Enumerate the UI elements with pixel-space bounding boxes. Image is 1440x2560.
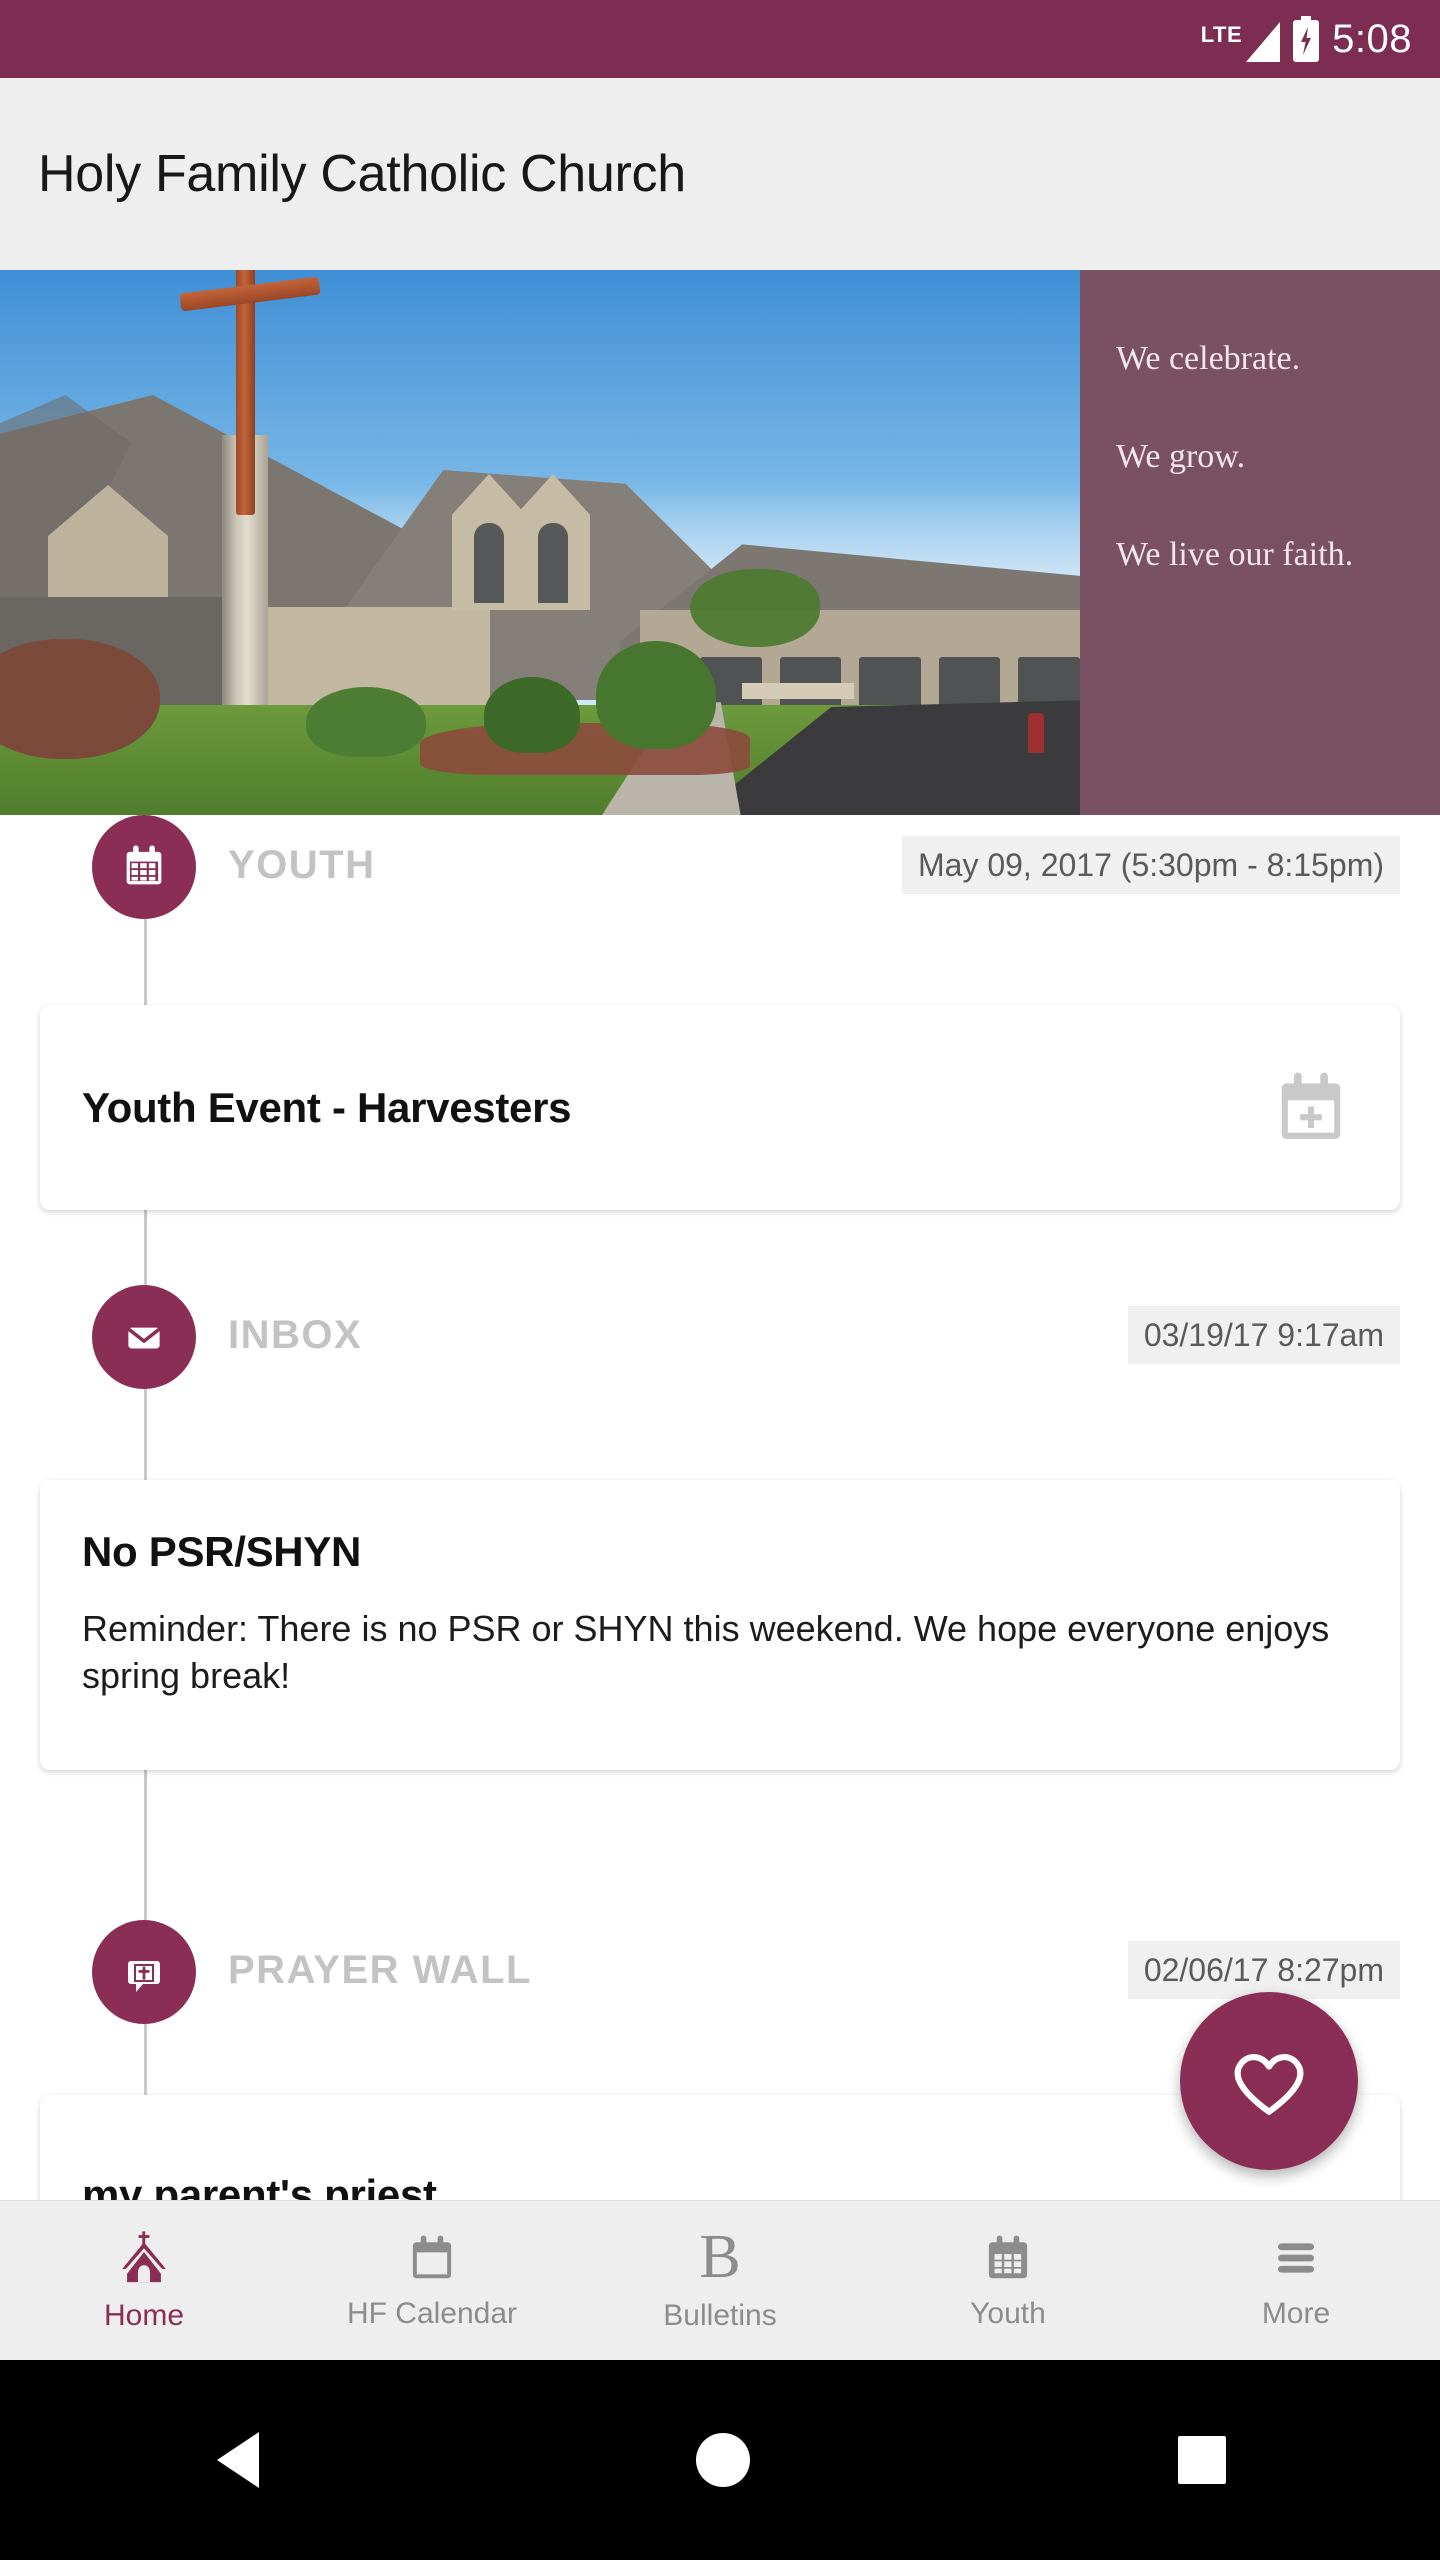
signal-group: LTE	[1200, 16, 1281, 62]
signal-icon	[1246, 22, 1281, 62]
feed-timestamp-youth: May 09, 2017 (5:30pm - 8:15pm)	[901, 836, 1400, 894]
prayer-fab-button[interactable]	[1180, 1992, 1358, 2170]
feed-category-youth: YOUTH	[228, 842, 376, 887]
square-recents-icon[interactable]	[1177, 2435, 1227, 2485]
status-bar: LTE 5:08	[0, 0, 1440, 78]
bottom-navigation: Home HF Calendar B Bulletins Youth More	[0, 2200, 1440, 2360]
app-screen: LTE 5:08 Holy Family Catholic Church We …	[0, 0, 1440, 2560]
feed-category-inbox: INBOX	[228, 1312, 363, 1357]
church-icon	[122, 2230, 166, 2282]
feed-card-body: Reminder: There is no PSR or SHYN this w…	[82, 1608, 1330, 1696]
add-to-calendar-icon[interactable]	[1274, 1069, 1348, 1147]
nav-item-bulletins[interactable]: B Bulletins	[576, 2201, 864, 2360]
nav-label-hf-calendar: HF Calendar	[346, 2296, 518, 2330]
nav-label-bulletins: Bulletins	[663, 2298, 777, 2332]
feed-card-inbox-message[interactable]: No PSR/SHYN Reminder: There is no PSR or…	[40, 1480, 1400, 1770]
app-bar: Holy Family Catholic Church	[0, 78, 1440, 270]
hero-banner[interactable]: We celebrate. We grow. We live our faith…	[0, 270, 1440, 815]
feed-timestamp-inbox: 03/19/17 9:17am	[1127, 1306, 1400, 1364]
feed-timestamp-prayer-wall: 02/06/17 8:27pm	[1127, 1941, 1400, 1999]
lte-label: LTE	[1200, 22, 1243, 47]
feed-card-title: my parent's priest	[82, 2171, 437, 2200]
tagline-2: We grow.	[1116, 438, 1246, 475]
tagline-3: We live our faith.	[1116, 536, 1354, 573]
feed-card-title: Youth Event - Harvesters	[82, 1083, 572, 1131]
bulletin-b-icon: B	[699, 2223, 741, 2292]
heart-icon	[1234, 2054, 1304, 2115]
feed-card-title: No PSR/SHYN	[82, 1528, 362, 1575]
calendar-blank-icon	[412, 2235, 452, 2278]
feed-item-header-inbox[interactable]: INBOX 03/19/17 9:17am	[0, 1285, 1440, 1389]
triangle-back-icon[interactable]	[213, 2430, 269, 2490]
circle-home-icon[interactable]	[695, 2432, 751, 2488]
activity-feed: YOUTH May 09, 2017 (5:30pm - 8:15pm) You…	[0, 815, 1440, 2200]
page-title: Holy Family Catholic Church	[38, 145, 686, 203]
battery-charging-icon	[1293, 16, 1320, 62]
tagline-1: We celebrate.	[1116, 340, 1301, 377]
nav-item-youth[interactable]: Youth	[864, 2201, 1152, 2360]
feed-category-prayer-wall: PRAYER WALL	[228, 1947, 532, 1992]
nav-item-home[interactable]: Home	[0, 2201, 288, 2360]
android-navigation-bar	[0, 2360, 1440, 2560]
nav-label-home: Home	[103, 2298, 185, 2332]
calendar-icon	[92, 815, 196, 919]
envelope-icon	[92, 1285, 196, 1389]
feed-card-youth-event[interactable]: Youth Event - Harvesters	[40, 1005, 1400, 1210]
hero-tagline-panel: We celebrate. We grow. We live our faith…	[1080, 270, 1440, 815]
feed-item-header-youth[interactable]: YOUTH May 09, 2017 (5:30pm - 8:15pm)	[0, 815, 1440, 919]
prayer-bubble-icon	[92, 1920, 196, 2024]
nav-label-youth: Youth	[970, 2296, 1046, 2330]
calendar-grid-icon	[988, 2235, 1028, 2278]
church-exterior-photo	[0, 270, 1080, 815]
status-bar-clock: 5:08	[1332, 17, 1412, 61]
hamburger-icon	[1278, 2242, 1314, 2273]
nav-item-more[interactable]: More	[1152, 2201, 1440, 2360]
nav-label-more: More	[1261, 2296, 1331, 2330]
nav-item-hf-calendar[interactable]: HF Calendar	[288, 2201, 576, 2360]
